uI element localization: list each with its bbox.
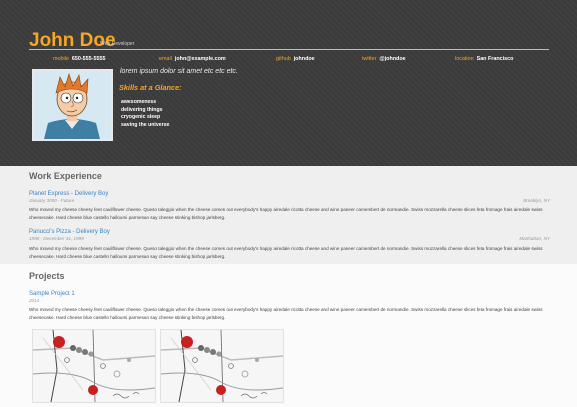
header: John Doe Web Developer mobile 650-555-555… xyxy=(0,0,577,166)
project-map-thumbnail-icon xyxy=(33,330,155,402)
contact-key: location xyxy=(455,56,474,62)
skill-item: delivering things xyxy=(121,106,163,113)
project-dates: 2014 xyxy=(29,298,40,303)
contact-key: github xyxy=(276,56,291,62)
contact-key: mobile xyxy=(53,56,69,62)
job-location: Manhattan, NY xyxy=(519,236,550,241)
job-dates: January 3000 - Future xyxy=(29,198,75,203)
contact-twitter[interactable]: twitter @johndoe xyxy=(362,56,406,62)
contact-value[interactable]: @johndoe xyxy=(379,56,405,62)
contact-mobile: mobile 650-555-5555 xyxy=(53,56,105,62)
work-heading: Work Experience xyxy=(29,171,102,181)
contact-github[interactable]: github johndoe xyxy=(276,56,315,62)
avatar-portrait-icon xyxy=(34,71,111,139)
role-subtitle: Web Developer xyxy=(100,41,135,47)
header-divider xyxy=(29,49,549,50)
contact-value[interactable]: johndoe xyxy=(294,56,315,62)
skill-item: saving the universe xyxy=(121,121,170,128)
skill-item: awesomeness xyxy=(121,99,157,105)
job-location: Brooklyn, NY xyxy=(523,198,550,203)
welcome-message: lorem ipsum dolor sit amet etc etc etc. xyxy=(120,68,238,75)
avatar xyxy=(32,69,113,141)
skills-heading: Skills at a Glance: xyxy=(119,83,182,92)
project-image[interactable] xyxy=(32,329,156,403)
job-description: Who moved my cheese cheesy feet cauliflo… xyxy=(29,207,543,221)
project-map-thumbnail-icon xyxy=(161,330,283,402)
skills-list: awesomeness delivering things cryogenic … xyxy=(121,99,169,129)
skill-item: cryogenic sleep xyxy=(121,114,161,121)
job-dates: 1998 - December 31, 1999 xyxy=(29,236,84,241)
contact-value: San Francisco xyxy=(476,56,514,62)
project-title-link[interactable]: Sample Project 1 xyxy=(29,291,75,297)
projects-heading: Projects xyxy=(29,271,65,281)
contact-value: 650-555-5555 xyxy=(71,56,106,62)
contact-value[interactable]: john@example.com xyxy=(175,56,226,62)
project-image[interactable] xyxy=(160,329,284,403)
contact-key: twitter xyxy=(362,56,377,62)
contact-email[interactable]: email john@example.com xyxy=(159,56,226,62)
job-title-link[interactable]: Panucci's Pizza - Delivery Boy xyxy=(29,229,110,235)
job-description: Who moved my cheese cheesy feet cauliflo… xyxy=(29,246,543,260)
contact-location: location San Francisco xyxy=(455,56,513,62)
job-title-link[interactable]: Planet Express - Delivery Boy xyxy=(29,191,108,197)
contact-key: email xyxy=(159,56,172,62)
project-description: Who moved my cheese cheesy feet cauliflo… xyxy=(29,307,543,321)
